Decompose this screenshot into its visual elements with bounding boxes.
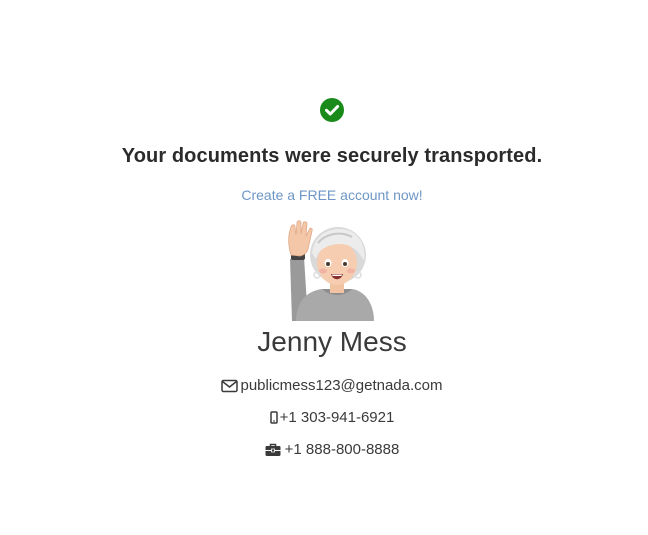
contact-work-phone[interactable]: +1 888-800-8888 — [285, 441, 400, 458]
contact-name: Jenny Mess — [257, 326, 407, 357]
check-circle-icon — [320, 98, 344, 122]
mobile-phone-row: +1 303-941-6921 — [0, 409, 648, 426]
envelope-icon — [221, 379, 239, 392]
avatar — [288, 220, 374, 321]
briefcase-icon — [265, 443, 281, 456]
email-row: publicmess123@getnada.com — [0, 377, 648, 394]
work-phone-row: +1 888-800-8888 — [0, 441, 648, 458]
create-account-link[interactable]: Create a FREE account now! — [0, 187, 648, 203]
mobile-phone-icon — [269, 411, 278, 424]
confirmation-headline: Your documents were securely transported… — [121, 145, 543, 167]
page: Your documents were securely transported… — [0, 0, 648, 535]
contact-email[interactable]: publicmess123@getnada.com — [240, 377, 442, 394]
contact-mobile[interactable]: +1 303-941-6921 — [280, 409, 395, 426]
